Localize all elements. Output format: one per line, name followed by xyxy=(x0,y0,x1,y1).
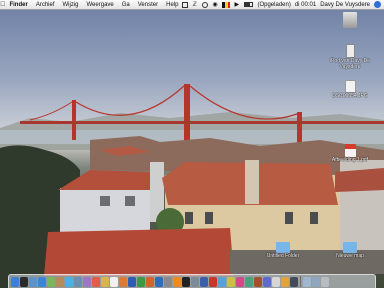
iphoto-icon[interactable] xyxy=(74,276,82,287)
ical-icon[interactable] xyxy=(92,276,100,287)
menu-venster[interactable]: Venster xyxy=(134,0,162,10)
desktop-icon-hard-disk[interactable] xyxy=(324,12,376,29)
dashboard-icon[interactable] xyxy=(20,276,28,287)
menu-help[interactable]: Help xyxy=(162,0,182,10)
imovie-icon[interactable] xyxy=(83,276,91,287)
app-icon[interactable] xyxy=(227,276,235,287)
powerpoint-icon[interactable] xyxy=(146,276,154,287)
textedit-icon[interactable] xyxy=(110,276,118,287)
app-icon[interactable] xyxy=(254,276,262,287)
firefox-icon[interactable] xyxy=(119,276,127,287)
excel-icon[interactable] xyxy=(137,276,145,287)
finder-icon[interactable] xyxy=(11,276,19,287)
documents-stack-icon[interactable] xyxy=(303,276,311,287)
app-icon[interactable] xyxy=(281,276,289,287)
utility-icon[interactable] xyxy=(164,276,172,287)
spotlight-icon[interactable] xyxy=(374,1,381,8)
app-icon[interactable] xyxy=(236,276,244,287)
trash-icon[interactable] xyxy=(321,276,329,287)
terminal-icon[interactable] xyxy=(182,276,190,287)
desktop-icon-label: Nieuwe map xyxy=(336,253,364,259)
user-name[interactable]: Davy De Vuysdere xyxy=(320,0,370,10)
ipod-icon xyxy=(345,44,355,58)
quicktime-icon[interactable] xyxy=(200,276,208,287)
folder-icon xyxy=(343,242,357,253)
downloads-stack-icon[interactable] xyxy=(312,276,320,287)
menu-bar:  Finder Archief Wijzig Weergave Ga Vens… xyxy=(0,0,384,10)
itunes-icon[interactable] xyxy=(65,276,73,287)
volume-icon[interactable]: ▶ xyxy=(234,2,240,8)
hard-disk-icon xyxy=(343,12,357,28)
acrobat-icon[interactable] xyxy=(209,276,217,287)
mail-icon[interactable] xyxy=(29,276,37,287)
app-icon[interactable] xyxy=(218,276,226,287)
system-preferences-icon[interactable] xyxy=(191,276,199,287)
battery-icon[interactable] xyxy=(244,2,254,7)
menu-archief[interactable]: Archief xyxy=(32,0,59,10)
battery-status-text: (Opgeladen) xyxy=(257,1,291,8)
address-book-icon[interactable] xyxy=(56,276,64,287)
desktop-icon-pdf[interactable]: Afbeelding 1.pdf xyxy=(324,144,376,164)
app-icon[interactable] xyxy=(263,276,271,287)
word-icon[interactable] xyxy=(128,276,136,287)
app-icon[interactable] xyxy=(290,276,298,287)
language-flag-icon[interactable] xyxy=(222,1,231,8)
dock-separator xyxy=(300,276,301,287)
desktop-icon-folder[interactable]: Nieuwe map xyxy=(324,242,376,260)
menu-weergave[interactable]: Weergave xyxy=(83,0,118,10)
ichat-icon[interactable] xyxy=(47,276,55,287)
desktop-icon-ipod[interactable]: iPod van Davy De Vuysdere xyxy=(324,44,376,70)
menu-wijzig[interactable]: Wijzig xyxy=(59,0,83,10)
app-icon[interactable] xyxy=(245,276,253,287)
desktop-icon-folder[interactable]: Untitled Folder xyxy=(257,242,309,260)
spaces-icon[interactable] xyxy=(182,1,189,8)
file-icon xyxy=(344,80,356,93)
desktop-icon-label: iPod van Davy De Vuysdere xyxy=(329,58,371,70)
desktop-icon-label: Untitled Folder xyxy=(266,253,300,259)
desktop-icon-label: Afbeelding 1.pdf xyxy=(331,157,369,163)
time-machine-icon[interactable] xyxy=(202,1,209,8)
dock xyxy=(8,274,376,288)
wifi-icon[interactable]: ◉ xyxy=(212,2,218,8)
clock[interactable]: di 00:01 xyxy=(295,0,316,10)
photoshop-icon[interactable] xyxy=(155,276,163,287)
vlc-icon[interactable] xyxy=(173,276,181,287)
desktop-icon-label: DSC00054.JPG xyxy=(332,93,368,99)
safari-icon[interactable] xyxy=(38,276,46,287)
app-icon[interactable] xyxy=(272,276,280,287)
menu-finder[interactable]: Finder xyxy=(5,0,31,10)
pdf-icon xyxy=(344,144,356,157)
menu-ga[interactable]: Ga xyxy=(118,0,134,10)
bluetooth-icon[interactable]: ℤ xyxy=(192,2,198,8)
desktop-icon-file[interactable]: DSC00054.JPG xyxy=(324,80,376,100)
menu-extras: ℤ ◉ ▶ (Opgeladen) di 00:01 Davy De Vuysd… xyxy=(182,0,384,10)
preview-icon[interactable] xyxy=(101,276,109,287)
folder-icon xyxy=(276,242,290,253)
